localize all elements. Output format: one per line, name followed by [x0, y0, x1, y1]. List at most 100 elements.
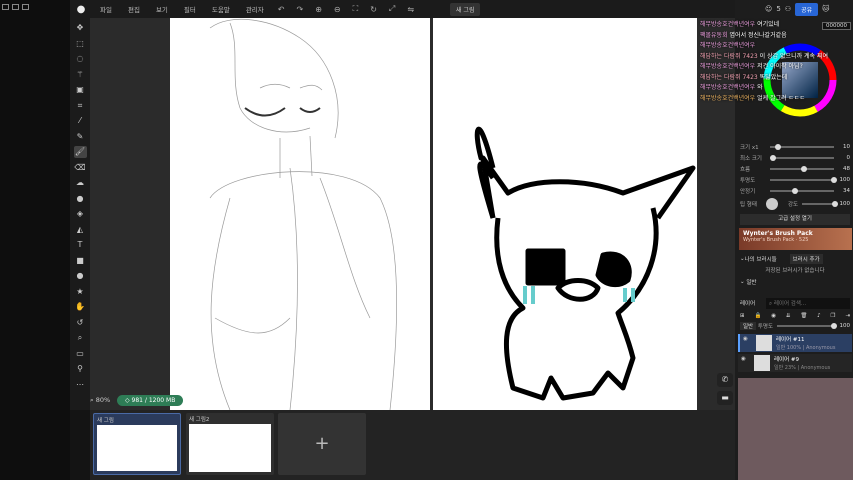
text-icon[interactable]: T	[74, 239, 87, 251]
eyedropper-icon[interactable]: ⁄	[74, 115, 87, 127]
layer-opacity-slider[interactable]	[777, 323, 838, 329]
zoom-tool-icon[interactable]: ⌕	[74, 332, 87, 344]
layer-item[interactable]: ◉ 레이어 #11 일반 100% | Anonymous	[738, 334, 852, 352]
menu-view[interactable]: 보기	[148, 4, 176, 14]
new-drawing-button[interactable]: 새 그림	[450, 3, 481, 16]
canvas-page-right[interactable]	[433, 18, 697, 410]
lock-icon[interactable]: 🔒	[754, 313, 761, 319]
blur-icon[interactable]: ●	[74, 193, 87, 205]
merge-icon[interactable]: ⇊	[786, 313, 791, 319]
pin-icon[interactable]: ⚲	[74, 363, 87, 375]
eye-icon[interactable]: ◉	[743, 336, 748, 342]
magic-wand-icon[interactable]: ⚚	[74, 69, 87, 81]
lasso-icon[interactable]: ◌	[74, 53, 87, 65]
fill-icon[interactable]: ◈	[74, 208, 87, 220]
zoom-in-icon[interactable]: ⊕	[309, 5, 328, 14]
drawing-thumbnail[interactable]: 새 그림	[93, 413, 181, 475]
chat-text: 와	[757, 84, 763, 91]
brush-pack-subtitle: Wynter's Brush Pack · 525	[743, 237, 809, 243]
min-size-value: 0	[846, 155, 851, 161]
avatar[interactable]: 🐱	[822, 5, 829, 13]
gradient-icon[interactable]: ◭	[74, 224, 87, 236]
pen-icon[interactable]: ✎	[74, 131, 87, 143]
size-label[interactable]: 크기 x1	[740, 143, 766, 151]
smoothing-label: 안정기	[740, 189, 756, 195]
menu-help[interactable]: 도움말	[204, 4, 238, 14]
zoom-out-icon[interactable]: ⊖	[328, 5, 347, 14]
window-icon[interactable]	[12, 4, 19, 10]
chat-text: 저건 아이작 아님?	[757, 63, 803, 70]
fullscreen-icon[interactable]: ⤢	[383, 4, 401, 14]
window-icon[interactable]	[2, 4, 9, 10]
flow-label: 흐름	[740, 167, 751, 173]
min-size-slider[interactable]	[770, 155, 834, 161]
advanced-settings-button[interactable]: 고급 설정 열기	[740, 214, 850, 225]
rotate-view-icon[interactable]: ↺	[74, 317, 87, 329]
sketch-drawing	[209, 18, 397, 411]
zoom-indicator[interactable]: ⌕ 80%	[90, 396, 110, 405]
size-value: 10	[843, 144, 850, 150]
add-layer-icon[interactable]: ⊞	[740, 313, 745, 319]
chat-text: 똑닮았는데	[759, 73, 788, 81]
duplicate-icon[interactable]: ❐	[831, 313, 836, 319]
flow-value: 48	[843, 166, 850, 172]
users-icon[interactable]: ☺	[765, 5, 772, 13]
invite-icon[interactable]: ⚇	[785, 5, 791, 13]
visibility-icon[interactable]: ◉	[771, 313, 776, 319]
canvas-page-left[interactable]	[170, 18, 430, 411]
rect-shape-icon[interactable]: ■	[74, 255, 87, 267]
app-logo-icon[interactable]: ●	[70, 4, 92, 15]
opacity-slider[interactable]	[770, 177, 837, 183]
rotate-icon[interactable]: ↻	[364, 5, 383, 14]
delete-icon[interactable]: 🗑	[800, 313, 807, 319]
my-brushes-header[interactable]: ⌄ 나의 브러시들 브러시 추가	[740, 254, 850, 264]
redo-icon[interactable]: ↷	[290, 5, 309, 14]
add-drawing-button[interactable]: +	[278, 413, 366, 475]
window-icon[interactable]	[22, 4, 29, 10]
music-icon[interactable]: ♪	[817, 313, 821, 319]
chat-message: 해무방송호건백년여우 여기있네	[700, 20, 853, 31]
smoothing-slider[interactable]	[770, 188, 834, 194]
brush-pack-banner[interactable]: Wynter's Brush Pack Wynter's Brush Pack ·…	[739, 228, 852, 250]
hand-icon[interactable]: ✋	[74, 301, 87, 313]
select-rect-icon[interactable]: ⬚	[74, 38, 87, 50]
add-brush-button[interactable]: 브러시 추가	[789, 254, 823, 264]
fit-icon[interactable]: ⛶	[347, 4, 365, 14]
blend-mode-select[interactable]: 일반	[740, 322, 757, 330]
opacity-row: 투명도 100	[740, 175, 850, 185]
drawing-thumbnail[interactable]: 새 그림2	[186, 413, 274, 475]
general-brushes-header[interactable]: ⌄ 일반	[740, 277, 850, 287]
menu-file[interactable]: 파일	[92, 4, 120, 14]
move-layer-icon[interactable]: ⇥	[845, 313, 850, 319]
layer-search-input[interactable]: ⌕ 레이어 검색...	[766, 297, 850, 309]
size-slider[interactable]	[770, 144, 834, 150]
comment-icon[interactable]: ▭	[74, 348, 87, 360]
chat-name: 해무방송호건백년여우	[700, 42, 756, 49]
drawing-preview	[189, 424, 271, 472]
layer-item[interactable]: ◉ 레이어 #9 일반 23% | Anonymous	[738, 354, 852, 372]
transform-icon[interactable]: ▣	[74, 84, 87, 96]
more-icon[interactable]: ⋯	[74, 379, 87, 391]
ellipse-icon[interactable]: ●	[74, 270, 87, 282]
eye-icon[interactable]: ◉	[741, 356, 746, 362]
move-icon[interactable]: ✥	[74, 22, 87, 34]
layer-meta: 일반 23% | Anonymous	[774, 365, 831, 371]
brush-tip-preview[interactable]	[766, 198, 778, 210]
flow-slider[interactable]	[770, 166, 834, 172]
crop-icon[interactable]: ⌗	[74, 100, 87, 112]
menu-admin[interactable]: 관리자	[238, 4, 272, 14]
menu-filter[interactable]: 필터	[176, 4, 204, 14]
menu-edit[interactable]: 편집	[120, 4, 148, 14]
phone-icon[interactable]: ✆	[717, 373, 733, 387]
star-icon[interactable]: ★	[74, 286, 87, 298]
hardness-slider[interactable]	[802, 201, 839, 207]
undo-icon[interactable]: ↶	[272, 5, 291, 14]
smudge-icon[interactable]: ☁	[74, 177, 87, 189]
flip-icon[interactable]: ⇋	[401, 5, 420, 14]
eraser-icon[interactable]: ⌫	[74, 162, 87, 174]
chat-icon[interactable]: ▬	[717, 391, 733, 405]
opacity-label: 투명도	[740, 178, 756, 184]
brush-icon[interactable]: 🖌	[73, 146, 87, 158]
share-button[interactable]: 공유	[795, 2, 819, 16]
chat-name: 해담하는 다람쥐 7423	[700, 52, 758, 60]
